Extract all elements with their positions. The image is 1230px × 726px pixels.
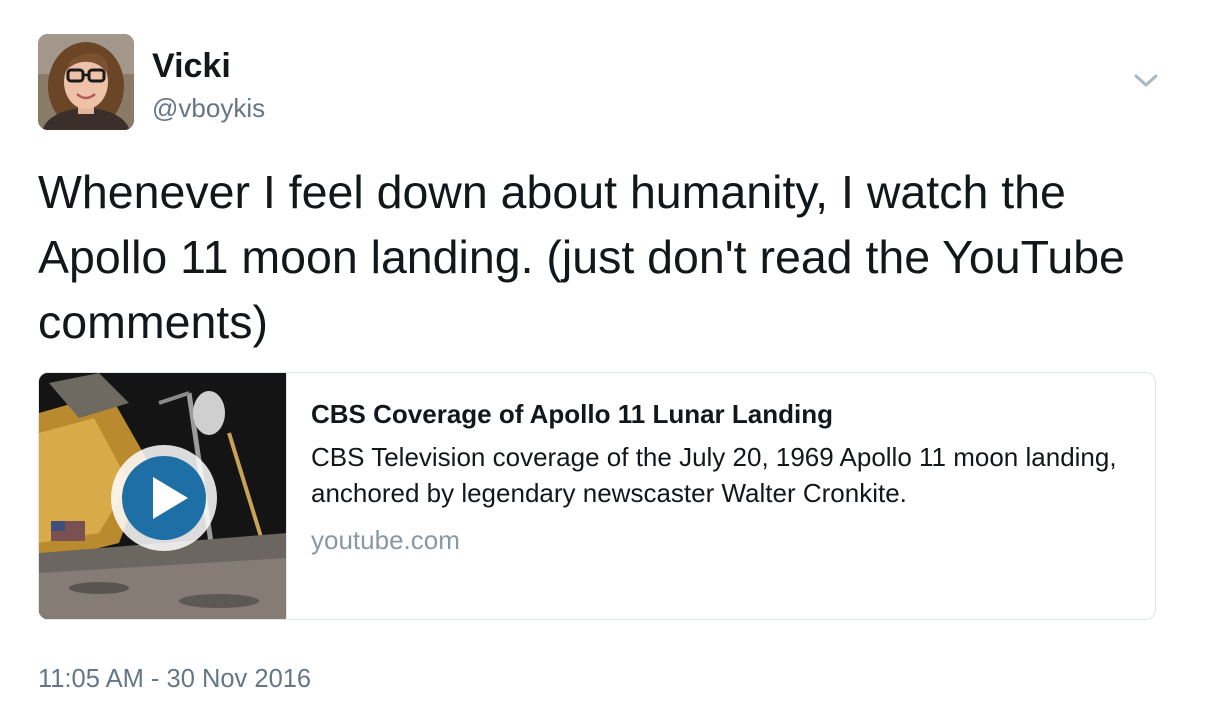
play-icon[interactable]	[109, 443, 219, 553]
link-card[interactable]: CBS Coverage of Apollo 11 Lunar Landing …	[38, 372, 1156, 620]
chevron-down-icon[interactable]	[1130, 64, 1162, 96]
tweet: Vicki @vboykis Whenever I feel down abou…	[0, 0, 1230, 726]
card-thumbnail[interactable]	[39, 373, 287, 619]
avatar-photo	[38, 34, 134, 130]
card-title[interactable]: CBS Coverage of Apollo 11 Lunar Landing	[311, 397, 1131, 431]
card-body[interactable]: CBS Coverage of Apollo 11 Lunar Landing …	[311, 397, 1131, 557]
card-description: CBS Television coverage of the July 20, …	[311, 442, 1117, 508]
card-domain: youtube.com	[311, 525, 460, 555]
display-name[interactable]: Vicki	[152, 46, 231, 86]
tweet-timestamp[interactable]: 11:05 AM - 30 Nov 2016	[38, 662, 311, 696]
avatar[interactable]	[38, 34, 134, 130]
tweet-text: Whenever I feel down about humanity, I w…	[38, 166, 1125, 348]
user-handle[interactable]: @vboykis	[152, 92, 265, 124]
